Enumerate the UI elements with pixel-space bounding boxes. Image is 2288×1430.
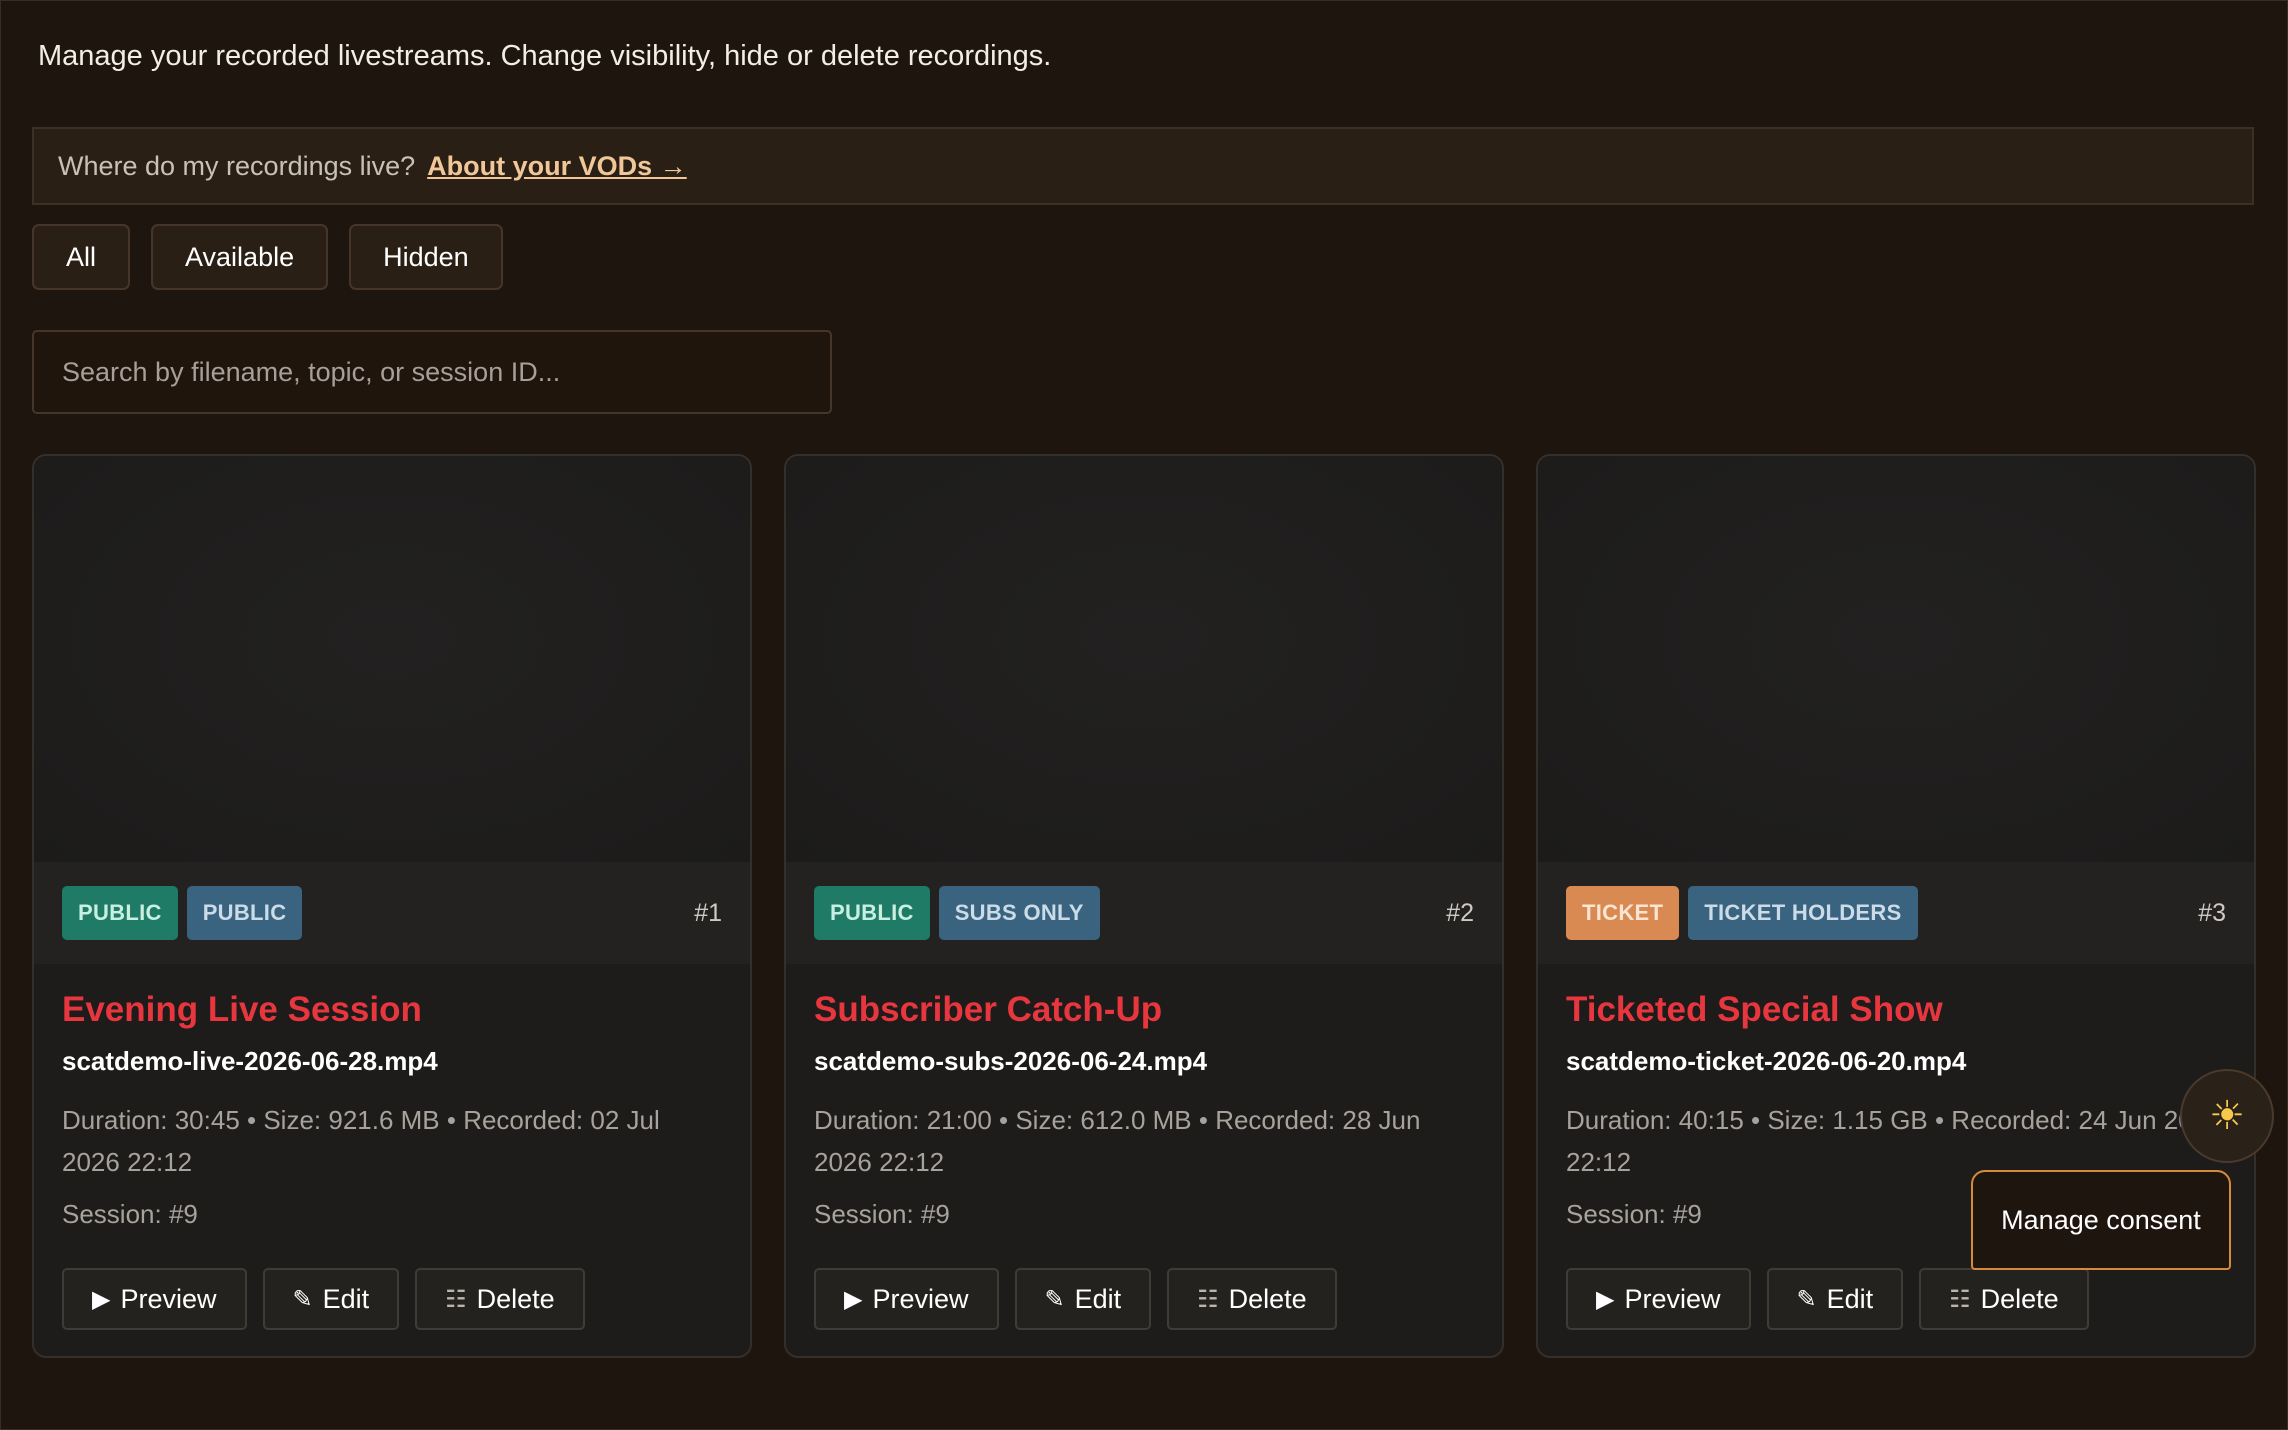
audience-badge: PUBLIC <box>186 886 303 940</box>
search-input[interactable] <box>32 330 832 414</box>
edit-label: Edit <box>1074 1283 1122 1314</box>
edit-label: Edit <box>322 1283 370 1314</box>
card-meta-strip: TICKET TICKET HOLDERS #3 <box>1538 862 2254 964</box>
filter-tabs: All Available Hidden <box>32 224 524 290</box>
card-meta-strip: PUBLIC PUBLIC #1 <box>34 862 750 964</box>
card-actions: ▶ Preview ✎ Edit ☷ Delete <box>814 1268 1353 1330</box>
recording-session: Session: #9 <box>814 1199 950 1229</box>
preview-label: Preview <box>120 1283 217 1314</box>
card-actions: ▶ Preview ✎ Edit ☷ Delete <box>62 1268 601 1330</box>
info-question: Where do my recordings live? <box>58 150 416 181</box>
preview-label: Preview <box>1624 1283 1721 1314</box>
visibility-badge: PUBLIC <box>62 886 178 940</box>
play-icon: ▶ <box>844 1285 863 1313</box>
recording-title: Subscriber Catch-Up <box>814 990 1163 1029</box>
recording-session: Session: #9 <box>62 1199 198 1229</box>
play-icon: ▶ <box>92 1285 111 1313</box>
about-vods-link[interactable]: About your VODs → <box>427 151 687 182</box>
filter-all-button[interactable]: All <box>32 224 131 290</box>
edit-button[interactable]: ✎ Edit <box>262 1268 400 1330</box>
edit-button[interactable]: ✎ Edit <box>1766 1268 1904 1330</box>
manage-consent-button[interactable]: Manage consent <box>1971 1170 2231 1270</box>
edit-label: Edit <box>1826 1283 1874 1314</box>
page-intro: Manage your recorded livestreams. Change… <box>38 40 1052 72</box>
card-number: #3 <box>2198 898 2226 927</box>
recording-card: PUBLIC PUBLIC #1 Evening Live Session sc… <box>32 454 752 1358</box>
visibility-badge: PUBLIC <box>814 886 930 940</box>
card-actions: ▶ Preview ✎ Edit ☷ Delete <box>1566 1268 2105 1330</box>
video-thumbnail[interactable] <box>34 456 750 862</box>
recording-title: Ticketed Special Show <box>1566 990 1943 1029</box>
recording-filename: scatdemo-live-2026-06-28.mp4 <box>62 1046 438 1076</box>
preview-button[interactable]: ▶ Preview <box>1566 1268 1751 1330</box>
pencil-icon: ✎ <box>292 1285 313 1313</box>
filter-hidden-button[interactable]: Hidden <box>349 224 503 290</box>
recording-filename: scatdemo-subs-2026-06-24.mp4 <box>814 1046 1208 1076</box>
recordings-grid: PUBLIC PUBLIC #1 Evening Live Session sc… <box>32 454 2256 1358</box>
filter-available-button[interactable]: Available <box>151 224 329 290</box>
card-number: #1 <box>694 898 722 927</box>
vod-info-bar: Where do my recordings live? About your … <box>32 127 2254 205</box>
trash-icon: ☷ <box>1197 1285 1219 1313</box>
video-thumbnail[interactable] <box>1538 456 2254 862</box>
card-number: #2 <box>1446 898 1474 927</box>
recording-card: PUBLIC SUBS ONLY #2 Subscriber Catch-Up … <box>784 454 1504 1358</box>
trash-icon: ☷ <box>1949 1285 1971 1313</box>
theme-toggle-button[interactable]: ☀ <box>2180 1069 2274 1163</box>
video-thumbnail[interactable] <box>786 456 1502 862</box>
delete-label: Delete <box>1980 1283 2059 1314</box>
pencil-icon: ✎ <box>1796 1285 1817 1313</box>
visibility-badge: TICKET <box>1566 886 1680 940</box>
recording-filename: scatdemo-ticket-2026-06-20.mp4 <box>1566 1046 1967 1076</box>
audience-badge: TICKET HOLDERS <box>1688 886 1918 940</box>
delete-button[interactable]: ☷ Delete <box>1167 1268 1337 1330</box>
card-meta-strip: PUBLIC SUBS ONLY #2 <box>786 862 1502 964</box>
audience-badge: SUBS ONLY <box>938 886 1100 940</box>
delete-button[interactable]: ☷ Delete <box>1919 1268 2089 1330</box>
recording-title: Evening Live Session <box>62 990 422 1029</box>
recording-details: Duration: 21:00 • Size: 612.0 MB • Recor… <box>814 1105 1421 1177</box>
preview-button[interactable]: ▶ Preview <box>62 1268 247 1330</box>
play-icon: ▶ <box>1596 1285 1615 1313</box>
pencil-icon: ✎ <box>1044 1285 1065 1313</box>
sun-icon: ☀ <box>2209 1094 2245 1138</box>
trash-icon: ☷ <box>445 1285 467 1313</box>
recording-details: Duration: 30:45 • Size: 921.6 MB • Recor… <box>62 1105 660 1177</box>
edit-button[interactable]: ✎ Edit <box>1014 1268 1152 1330</box>
delete-button[interactable]: ☷ Delete <box>415 1268 585 1330</box>
preview-label: Preview <box>872 1283 969 1314</box>
delete-label: Delete <box>476 1283 555 1314</box>
delete-label: Delete <box>1228 1283 1307 1314</box>
preview-button[interactable]: ▶ Preview <box>814 1268 999 1330</box>
